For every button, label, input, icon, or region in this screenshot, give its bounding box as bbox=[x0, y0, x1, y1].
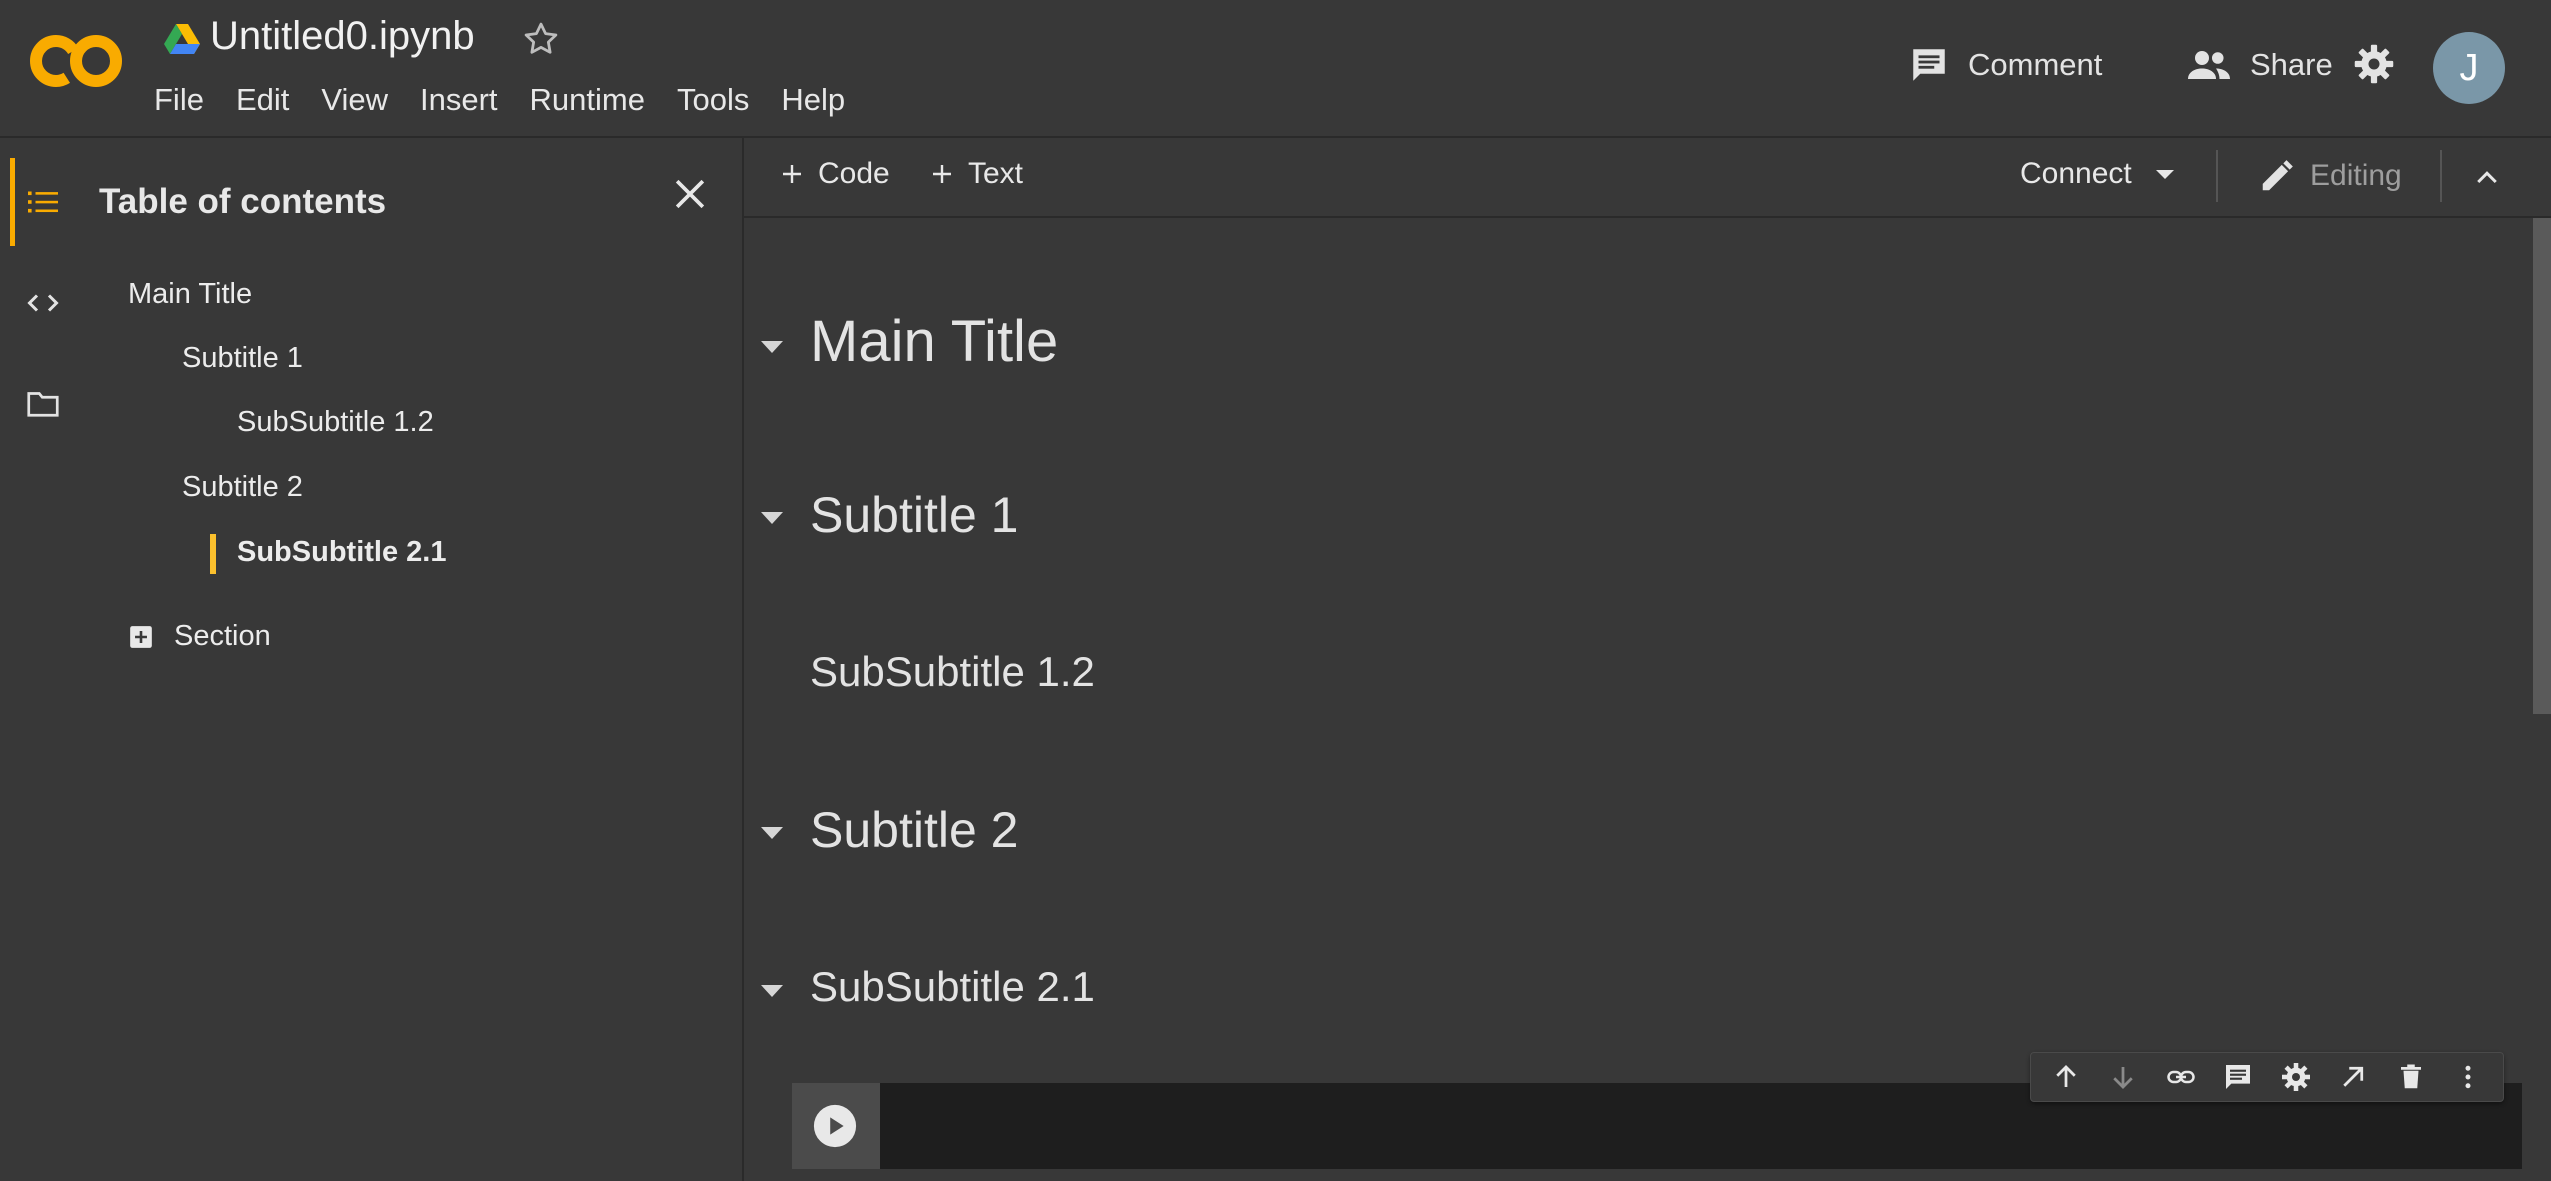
toc-title: Table of contents bbox=[99, 182, 387, 221]
editing-mode-button[interactable]: Editing bbox=[2258, 157, 2402, 195]
editing-label: Editing bbox=[2310, 159, 2402, 192]
pencil-icon bbox=[2262, 160, 2293, 191]
heading-subtitle-2[interactable]: Subtitle 2 bbox=[810, 801, 1018, 859]
folder-icon[interactable] bbox=[24, 386, 62, 422]
toc-item-subtitle-1[interactable]: Subtitle 1 bbox=[182, 342, 303, 375]
menu-help[interactable]: Help bbox=[781, 82, 845, 118]
settings-icon[interactable] bbox=[2276, 1057, 2316, 1097]
google-drive-icon bbox=[164, 24, 200, 54]
toc-item-subsubtitle-1-2[interactable]: SubSubtitle 1.2 bbox=[237, 406, 434, 439]
collapse-triangle-icon[interactable] bbox=[760, 984, 784, 998]
people-icon bbox=[2188, 51, 2230, 79]
open-in-editor-icon[interactable] bbox=[2333, 1057, 2373, 1097]
add-section-label: Section bbox=[174, 620, 271, 652]
cell-toolbar bbox=[2030, 1052, 2504, 1102]
menu-insert[interactable]: Insert bbox=[420, 82, 498, 118]
toc-item-main-title[interactable]: Main Title bbox=[128, 278, 252, 311]
notebook-title[interactable]: Untitled0.ipynb bbox=[210, 14, 475, 59]
move-down-icon[interactable] bbox=[2103, 1057, 2143, 1097]
collapse-triangle-icon[interactable] bbox=[760, 511, 784, 525]
add-box-icon bbox=[130, 625, 152, 648]
plus-icon bbox=[933, 165, 951, 183]
colab-logo[interactable] bbox=[30, 30, 122, 92]
toolbar-divider bbox=[2440, 150, 2442, 202]
comment-icon bbox=[1913, 49, 1945, 81]
code-snippets-icon[interactable] bbox=[24, 285, 62, 321]
toc-item-subtitle-2[interactable]: Subtitle 2 bbox=[182, 471, 303, 504]
toc-active-marker bbox=[210, 534, 216, 574]
toc-item-subsubtitle-2-1[interactable]: SubSubtitle 2.1 bbox=[237, 536, 446, 569]
add-code-button[interactable]: Code bbox=[780, 157, 890, 191]
settings-gear-icon[interactable] bbox=[2352, 42, 2396, 86]
plus-icon bbox=[783, 165, 801, 183]
menu-file[interactable]: File bbox=[154, 82, 204, 118]
menu-tools[interactable]: Tools bbox=[677, 82, 749, 118]
connect-button[interactable]: Connect bbox=[2020, 157, 2176, 191]
heading-subtitle-1[interactable]: Subtitle 1 bbox=[810, 486, 1018, 544]
collapse-header-icon[interactable] bbox=[2470, 162, 2504, 192]
collapse-triangle-icon[interactable] bbox=[760, 340, 784, 354]
connect-label: Connect bbox=[2020, 157, 2132, 190]
share-button[interactable]: Share bbox=[2186, 44, 2333, 86]
comment-label: Comment bbox=[1968, 47, 2103, 82]
heading-subsubtitle-2-1[interactable]: SubSubtitle 2.1 bbox=[810, 963, 1095, 1011]
add-text-button[interactable]: Text bbox=[930, 157, 1023, 191]
menu-view[interactable]: View bbox=[321, 82, 388, 118]
heading-main-title[interactable]: Main Title bbox=[810, 308, 1058, 375]
heading-subsubtitle-1-2[interactable]: SubSubtitle 1.2 bbox=[810, 648, 1095, 696]
menu-bar: File Edit View Insert Runtime Tools Help bbox=[154, 82, 845, 118]
menu-runtime[interactable]: Runtime bbox=[530, 82, 645, 118]
add-text-label: Text bbox=[968, 157, 1024, 190]
more-icon[interactable] bbox=[2448, 1057, 2488, 1097]
run-cell-icon[interactable] bbox=[812, 1103, 858, 1149]
add-section-button[interactable]: Section bbox=[128, 620, 271, 653]
share-label: Share bbox=[2250, 47, 2333, 82]
link-icon[interactable] bbox=[2161, 1057, 2201, 1097]
toc-icon[interactable] bbox=[24, 184, 62, 220]
delete-icon[interactable] bbox=[2391, 1057, 2431, 1097]
comment-icon[interactable] bbox=[2218, 1057, 2258, 1097]
comment-button[interactable]: Comment bbox=[1908, 44, 2102, 86]
close-icon[interactable] bbox=[668, 172, 712, 216]
collapse-triangle-icon[interactable] bbox=[760, 826, 784, 840]
move-up-icon[interactable] bbox=[2046, 1057, 2086, 1097]
menu-edit[interactable]: Edit bbox=[236, 82, 289, 118]
add-code-label: Code bbox=[818, 157, 890, 190]
avatar[interactable]: J bbox=[2433, 32, 2505, 104]
star-icon[interactable] bbox=[520, 18, 562, 60]
toolbar-divider bbox=[2216, 150, 2218, 202]
caret-down-icon bbox=[2155, 170, 2174, 179]
scrollbar[interactable] bbox=[2533, 218, 2551, 714]
rail-active-indicator bbox=[10, 158, 15, 246]
